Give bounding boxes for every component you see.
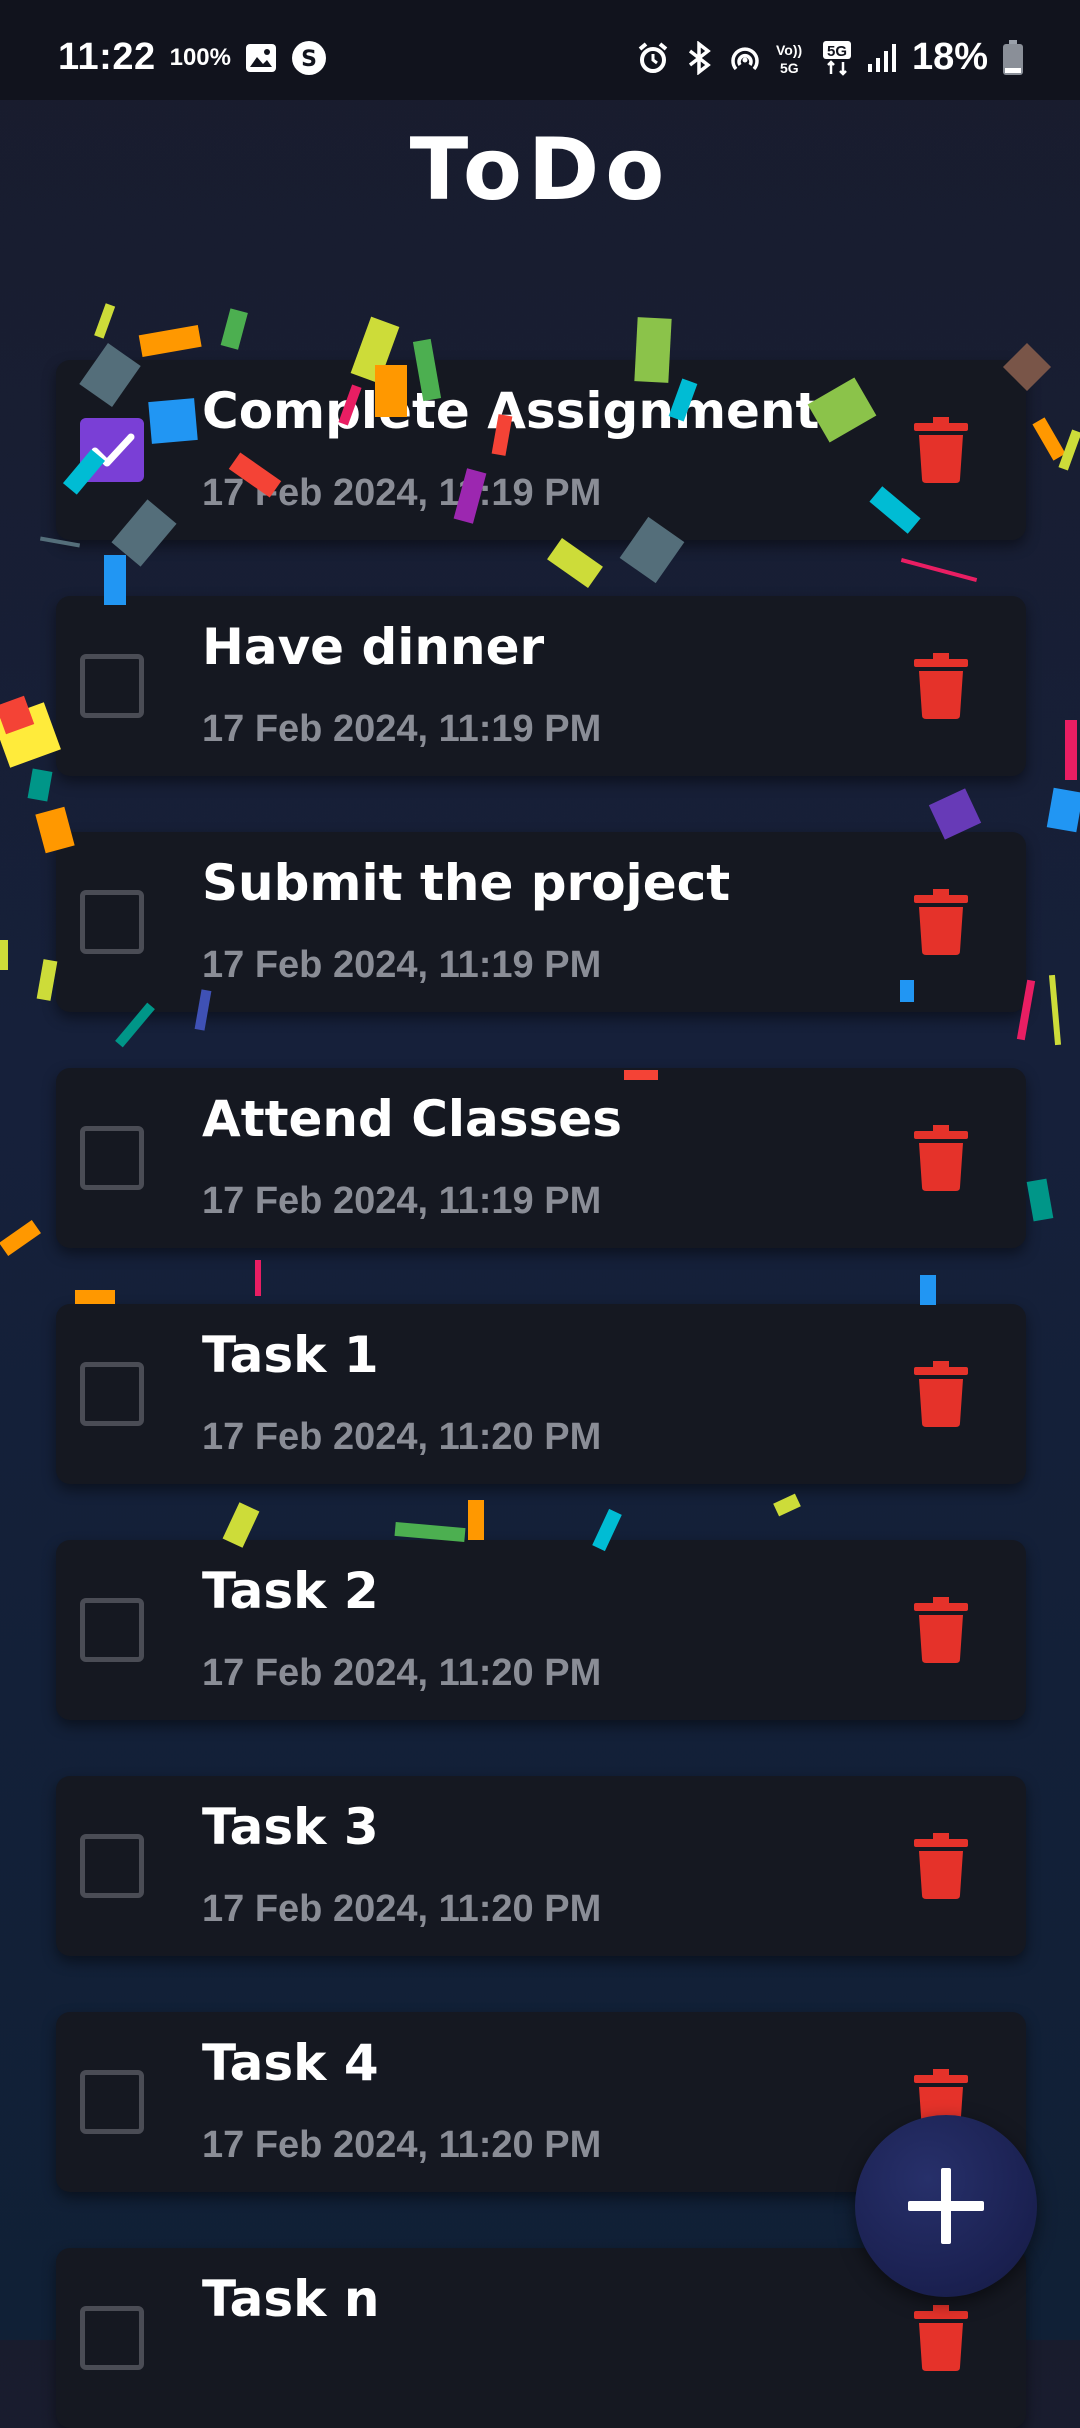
- task-checkbox[interactable]: [80, 1598, 144, 1662]
- task-card[interactable]: Task 3 17 Feb 2024, 11:20 PM: [56, 1776, 1026, 1956]
- delete-button[interactable]: [914, 2305, 968, 2371]
- delete-button[interactable]: [914, 653, 968, 719]
- svg-text:5G: 5G: [827, 43, 847, 60]
- task-checkbox[interactable]: [80, 890, 144, 954]
- plus-icon: [908, 2168, 984, 2244]
- task-checkbox[interactable]: [80, 2306, 144, 2370]
- status-indicator-text: 100%: [169, 43, 231, 71]
- signal-icon: [866, 42, 898, 74]
- hotspot-icon: [728, 41, 762, 75]
- task-time: 17 Feb 2024, 11:20 PM: [202, 1888, 602, 1930]
- delete-button[interactable]: [914, 889, 968, 955]
- task-title: Task 2: [202, 1562, 379, 1620]
- svg-text:5G: 5G: [780, 60, 799, 76]
- task-card[interactable]: Task 1 17 Feb 2024, 11:20 PM: [56, 1304, 1026, 1484]
- alarm-icon: [636, 41, 670, 75]
- task-checkbox[interactable]: [80, 1834, 144, 1898]
- svg-text:S: S: [301, 47, 317, 72]
- task-title: Attend Classes: [202, 1090, 622, 1148]
- task-title: Submit the project: [202, 854, 731, 912]
- delete-button[interactable]: [914, 1597, 968, 1663]
- task-card[interactable]: Have dinner 17 Feb 2024, 11:19 PM: [56, 596, 1026, 776]
- task-time: 17 Feb 2024, 11:19 PM: [202, 944, 602, 986]
- trash-icon: [914, 1125, 968, 1191]
- task-card[interactable]: Task 2 17 Feb 2024, 11:20 PM: [56, 1540, 1026, 1720]
- add-task-button[interactable]: [855, 2115, 1037, 2297]
- delete-button[interactable]: [914, 1361, 968, 1427]
- task-card[interactable]: Task n: [56, 2248, 1026, 2428]
- task-time: 17 Feb 2024, 11:20 PM: [202, 1416, 602, 1458]
- battery-percent: 18%: [911, 36, 988, 78]
- battery-icon: [1002, 39, 1024, 76]
- task-time: 17 Feb 2024, 11:20 PM: [202, 1652, 602, 1694]
- delete-button[interactable]: [914, 1125, 968, 1191]
- status-time: 11:22: [58, 36, 156, 78]
- task-time: 17 Feb 2024, 11:19 PM: [202, 708, 602, 750]
- task-checkbox[interactable]: [80, 418, 144, 482]
- volte-icon: Vo)) 5G: [776, 40, 808, 76]
- bluetooth-icon: [684, 40, 714, 75]
- app-title: ToDo: [409, 120, 671, 220]
- delete-button[interactable]: [914, 417, 968, 483]
- trash-icon: [914, 2305, 968, 2371]
- 5g-icon: 5G: [822, 40, 852, 76]
- task-checkbox[interactable]: [80, 1362, 144, 1426]
- task-time: 17 Feb 2024, 11:20 PM: [202, 2124, 602, 2166]
- status-bar: 11:22 100% S Vo)) 5G 5G 18%: [0, 0, 1080, 100]
- task-title: Task 1: [202, 1326, 379, 1384]
- delete-button[interactable]: [914, 1833, 968, 1899]
- gallery-icon: [245, 43, 277, 73]
- svg-text:Vo)): Vo)): [776, 42, 802, 58]
- task-title: Task 4: [202, 2034, 379, 2092]
- task-title: Have dinner: [202, 618, 545, 676]
- task-card[interactable]: Complete Assignment 17 Feb 2024, 11:19 P…: [56, 360, 1026, 540]
- task-time: 17 Feb 2024, 11:19 PM: [202, 472, 602, 514]
- s-app-icon: S: [291, 40, 327, 76]
- trash-icon: [914, 1833, 968, 1899]
- task-title: Complete Assignment: [202, 382, 820, 440]
- trash-icon: [914, 1361, 968, 1427]
- task-title: Task n: [202, 2270, 380, 2328]
- task-card[interactable]: Submit the project 17 Feb 2024, 11:19 PM: [56, 832, 1026, 1012]
- trash-icon: [914, 1597, 968, 1663]
- task-checkbox[interactable]: [80, 2070, 144, 2134]
- trash-icon: [914, 889, 968, 955]
- task-checkbox[interactable]: [80, 1126, 144, 1190]
- trash-icon: [914, 417, 968, 483]
- task-card[interactable]: Attend Classes 17 Feb 2024, 11:19 PM: [56, 1068, 1026, 1248]
- task-checkbox[interactable]: [80, 654, 144, 718]
- trash-icon: [914, 653, 968, 719]
- task-title: Task 3: [202, 1798, 379, 1856]
- task-time: 17 Feb 2024, 11:19 PM: [202, 1180, 602, 1222]
